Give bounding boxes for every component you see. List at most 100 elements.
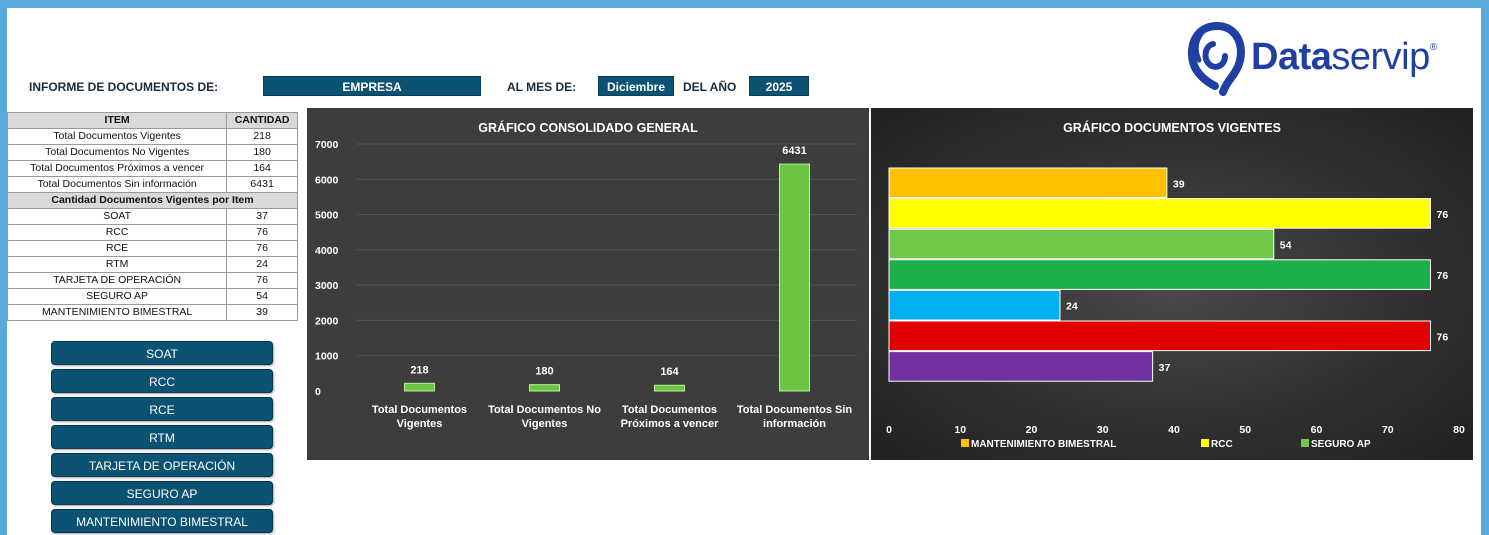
y-tick-label: 3000: [315, 280, 339, 292]
x-tick-label: Total Documentos: [622, 404, 717, 416]
anio-label: DEL AÑO: [683, 80, 737, 94]
x-tick-label: 80: [1453, 424, 1465, 436]
y-tick-label: 7000: [315, 139, 339, 151]
table-row: TARJETA DE OPERACIÓN 76: [6, 272, 298, 289]
cell-item: SOAT: [6, 208, 228, 225]
nav-button-seguro-ap[interactable]: SEGURO AP: [51, 481, 273, 505]
table-header-row: ITEM CANTIDAD: [6, 112, 298, 129]
x-tick-label: 30: [1097, 424, 1109, 436]
data-label: 54: [1280, 240, 1292, 252]
mes-label: AL MES DE:: [507, 80, 577, 94]
bar: [404, 382, 435, 392]
logo-text: Dataservip®: [1251, 36, 1437, 79]
legend-swatch: [961, 439, 969, 447]
nav-button-rtm[interactable]: RTM: [51, 425, 273, 449]
table-row: MANTENIMIENTO BIMESTRAL 39: [6, 304, 298, 321]
empresa-field[interactable]: EMPRESA: [263, 76, 481, 96]
header-item: ITEM: [6, 112, 228, 129]
bar: [888, 167, 1168, 199]
bar: [779, 163, 810, 392]
y-tick-label: 1000: [315, 351, 339, 363]
y-tick-label: 5000: [315, 210, 339, 222]
table-row: RTM 24: [6, 256, 298, 273]
bar: [888, 320, 1431, 352]
cell-cantidad: 218: [226, 128, 298, 145]
dataservip-logo: Dataservip®: [1179, 14, 1479, 104]
cell-cantidad: 6431: [226, 176, 298, 193]
nav-button-tarjeta-de-operaci-n[interactable]: TARJETA DE OPERACIÓN: [51, 453, 273, 477]
x-tick-label: Total Documentos No: [488, 404, 601, 416]
logo-registered-mark: ®: [1429, 42, 1437, 53]
x-tick-label: 20: [1026, 424, 1038, 436]
data-label: 76: [1437, 270, 1449, 282]
cell-item: Total Documentos No Vigentes: [6, 144, 228, 161]
table-row: Total Documentos Vigentes 218: [6, 128, 298, 145]
cell-cantidad: 164: [226, 160, 298, 177]
cell-item: TARJETA DE OPERACIÓN: [6, 272, 228, 289]
cell-cantidad: 37: [226, 208, 298, 225]
report-sheet: INFORME DE DOCUMENTOS DE: EMPRESA AL MES…: [6, 8, 1481, 535]
y-tick-label: 2000: [315, 315, 339, 327]
legend-swatch: [1201, 439, 1209, 447]
chart-vigentes: GRÁFICO DOCUMENTOS VIGENTES 39 76 54 76 24 76…: [871, 108, 1473, 460]
chart-consolidado: GRÁFICO CONSOLIDADO GENERAL 0 1000 2000 300…: [307, 108, 869, 460]
x-tick-label: Total Documentos: [372, 404, 467, 416]
x-tick-label: 70: [1382, 424, 1394, 436]
y-tick-label: 4000: [315, 245, 339, 257]
table-row: SEGURO AP 54: [6, 288, 298, 305]
nav-button-rcc[interactable]: RCC: [51, 369, 273, 393]
data-label: 180: [535, 366, 553, 378]
logo-mark-icon: [1188, 22, 1245, 96]
x-tick-label: 10: [954, 424, 966, 436]
cell-item: RCC: [6, 224, 228, 241]
x-tick-label: información: [763, 418, 826, 430]
mes-field[interactable]: Diciembre: [598, 76, 674, 96]
chart2-svg: 39 76 54 76 24 76 37 0 10 20 30 40 50 60 70 80 MANTENIMI…: [886, 167, 1465, 450]
cell-cantidad: 76: [226, 240, 298, 257]
logo-text-bold: Data: [1251, 36, 1332, 78]
summary-table: ITEM CANTIDAD Total Documentos Vigentes 2…: [6, 112, 298, 321]
legend-label: SEGURO AP: [1311, 439, 1371, 450]
bar: [529, 384, 560, 392]
cell-item: MANTENIMIENTO BIMESTRAL: [6, 304, 228, 321]
data-label: 39: [1173, 178, 1185, 190]
x-tick-label: 50: [1239, 424, 1251, 436]
cell-cantidad: 39: [226, 304, 298, 321]
nav-button-soat[interactable]: SOAT: [51, 341, 273, 365]
cell-item: RTM: [6, 256, 228, 273]
x-tick-label: Vigentes: [397, 418, 443, 430]
x-tick-label: Total Documentos Sin: [737, 404, 853, 416]
nav-button-mantenimiento-bimestral[interactable]: MANTENIMIENTO BIMESTRAL: [51, 509, 273, 533]
table-section-row: Cantidad Documentos Vigentes por Item: [7, 192, 298, 209]
data-label: 76: [1437, 331, 1449, 343]
cell-cantidad: 54: [226, 288, 298, 305]
nav-button-rce[interactable]: RCE: [51, 397, 273, 421]
y-tick-label: 6000: [315, 174, 339, 186]
anio-field[interactable]: 2025: [749, 76, 809, 96]
data-label: 218: [410, 364, 428, 376]
data-label: 6431: [782, 145, 806, 157]
cell-cantidad: 24: [226, 256, 298, 273]
cell-cantidad: 76: [226, 224, 298, 241]
table-row: RCE 76: [6, 240, 298, 257]
logo-text-regular: servip: [1331, 36, 1430, 78]
bar: [888, 289, 1061, 321]
x-tick-label: Próximos a vencer: [621, 418, 720, 430]
table-row: SOAT 37: [6, 208, 298, 225]
y-tick-label: 0: [315, 386, 321, 398]
table-row: Total Documentos Próximos a vencer 164: [6, 160, 298, 177]
bar: [888, 228, 1275, 260]
table-row: Total Documentos No Vigentes 180: [6, 144, 298, 161]
bar: [654, 384, 685, 392]
cell-item: RCE: [6, 240, 228, 257]
header-cantidad: CANTIDAD: [226, 112, 298, 129]
legend-label: RCC: [1211, 439, 1233, 450]
cell-item: Total Documentos Vigentes: [6, 128, 228, 145]
legend-swatch: [1301, 439, 1309, 447]
section-title: Cantidad Documentos Vigentes por Item: [7, 192, 298, 209]
table-row: RCC 76: [6, 224, 298, 241]
cell-cantidad: 76: [226, 272, 298, 289]
data-label: 24: [1066, 301, 1078, 313]
x-tick-label: 0: [886, 424, 892, 436]
table-row: Total Documentos Sin información 6431: [6, 176, 298, 193]
